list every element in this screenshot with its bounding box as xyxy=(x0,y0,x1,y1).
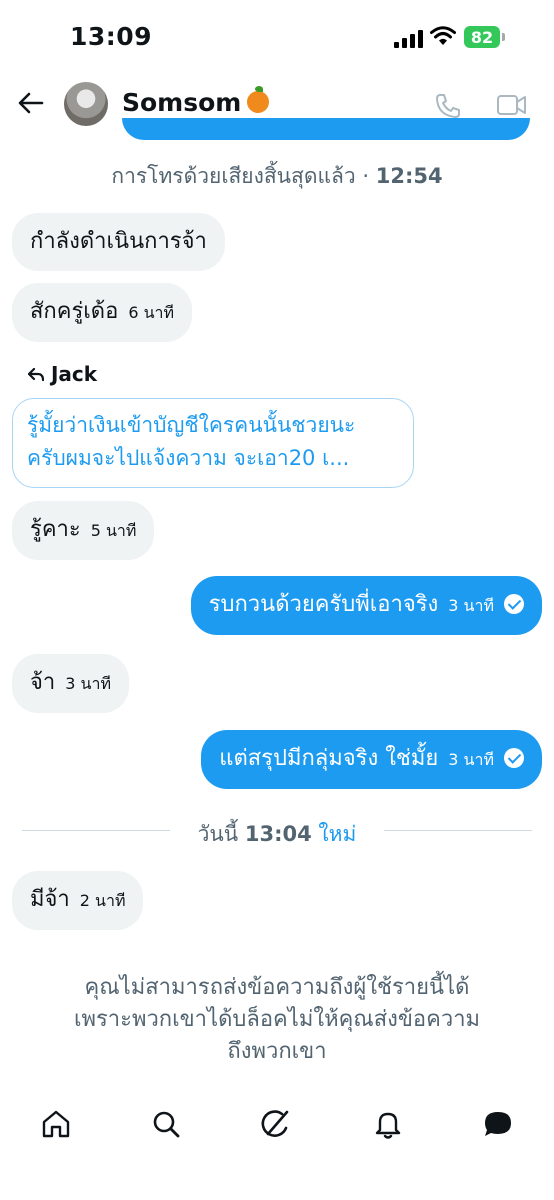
video-call-icon[interactable] xyxy=(496,92,528,118)
call-ended-time: 12:54 xyxy=(375,164,443,188)
status-bar: 13:09 82 xyxy=(0,0,554,70)
battery-icon: 82 xyxy=(464,26,506,48)
orange-emoji-icon xyxy=(247,86,270,113)
message-text: รู้คาะ xyxy=(30,517,81,542)
reply-icon xyxy=(27,367,45,382)
wifi-icon xyxy=(430,26,456,45)
blocked-notice: คุณไม่สามารถส่งข้อความถึงผู้ใช้รายนี้ได้… xyxy=(20,972,534,1068)
grok-icon[interactable] xyxy=(260,1108,292,1140)
message-text: รบกวนด้วยครับพี่เอาจริง xyxy=(208,592,439,617)
reply-to-name: Jack xyxy=(50,362,98,386)
contact-name-text: Somsom xyxy=(122,88,242,117)
message-text: กำลังดำเนินการจ้า xyxy=(30,229,207,254)
new-messages-divider: วันนี้ 13:04 ใหม่ xyxy=(0,818,554,851)
quoted-line-2: ครับผมจะไปแจ้งความ จะเอา20 เ... xyxy=(27,446,350,470)
message-outgoing[interactable]: รบกวนด้วยครับพี่เอาจริง 3 นาที xyxy=(190,576,542,635)
message-time: 3 นาที xyxy=(65,674,111,693)
call-ended-notice: การโทรด้วยเสียงสิ้นสุดแล้ว · 12:54 xyxy=(111,164,443,188)
message-incoming[interactable]: สักครู่เด้อ 6 นาที xyxy=(12,283,193,342)
message-incoming[interactable]: รู้คาะ 5 นาที xyxy=(12,501,155,560)
message-incoming[interactable]: มีจ้า 2 นาที xyxy=(12,871,144,930)
home-icon[interactable] xyxy=(40,1108,72,1140)
message-time: 3 นาที xyxy=(448,750,494,769)
message-time: 2 นาที xyxy=(79,891,126,910)
call-ended-text: การโทรด้วยเสียงสิ้นสุดแล้ว xyxy=(111,164,356,188)
reply-to-label: Jack xyxy=(27,362,98,386)
status-time: 13:09 xyxy=(70,22,153,51)
message-time: 6 นาที xyxy=(128,303,175,322)
notifications-bell-icon[interactable] xyxy=(372,1108,404,1140)
messages-icon[interactable] xyxy=(482,1108,514,1140)
message-incoming[interactable]: จ้า 3 นาที xyxy=(12,654,129,713)
quoted-line-1: รู้มั้ยว่าเงินเข้าบัญชีใครคนนั้นชวยนะ xyxy=(27,413,356,437)
read-check-icon xyxy=(504,594,524,614)
phone-call-icon[interactable] xyxy=(434,92,462,120)
message-text: แต่สรุปมีกลุ่มจริง ใช่มั้ย xyxy=(219,746,439,771)
message-text: สักครู่เด้อ xyxy=(30,299,119,324)
blocked-line-2: เพราะพวกเขาได้บล็อคไม่ให้คุณส่งข้อความ xyxy=(73,1007,481,1032)
read-check-icon xyxy=(504,748,524,768)
message-outgoing[interactable]: แต่สรุปมีกลุ่มจริง ใช่มั้ย 3 นาที xyxy=(201,730,542,789)
divider-today: วันนี้ xyxy=(197,822,239,846)
message-incoming[interactable]: กำลังดำเนินการจ้า xyxy=(12,213,225,271)
signal-icon xyxy=(394,30,423,48)
avatar[interactable] xyxy=(64,82,108,126)
battery-level: 82 xyxy=(470,28,494,47)
back-arrow-icon[interactable] xyxy=(14,86,48,120)
search-icon[interactable] xyxy=(150,1108,182,1140)
divider-time: 13:04 xyxy=(244,822,312,846)
previous-message-bubble xyxy=(122,118,530,140)
blocked-line-1: คุณไม่สามารถส่งข้อความถึงผู้ใช้รายนี้ได้ xyxy=(84,975,470,1000)
blocked-line-3: ถึงพวกเขา xyxy=(227,1039,327,1064)
message-time: 3 นาที xyxy=(448,596,494,615)
message-text: จ้า xyxy=(30,670,56,695)
divider-new-label: ใหม่ xyxy=(318,822,357,846)
contact-name[interactable]: Somsom xyxy=(122,86,270,117)
bottom-navigation xyxy=(0,1100,554,1150)
quoted-message[interactable]: รู้มั้ยว่าเงินเข้าบัญชีใครคนนั้นชวยนะ คร… xyxy=(12,398,414,488)
message-time: 5 นาที xyxy=(90,521,137,540)
message-text: มีจ้า xyxy=(30,887,70,912)
